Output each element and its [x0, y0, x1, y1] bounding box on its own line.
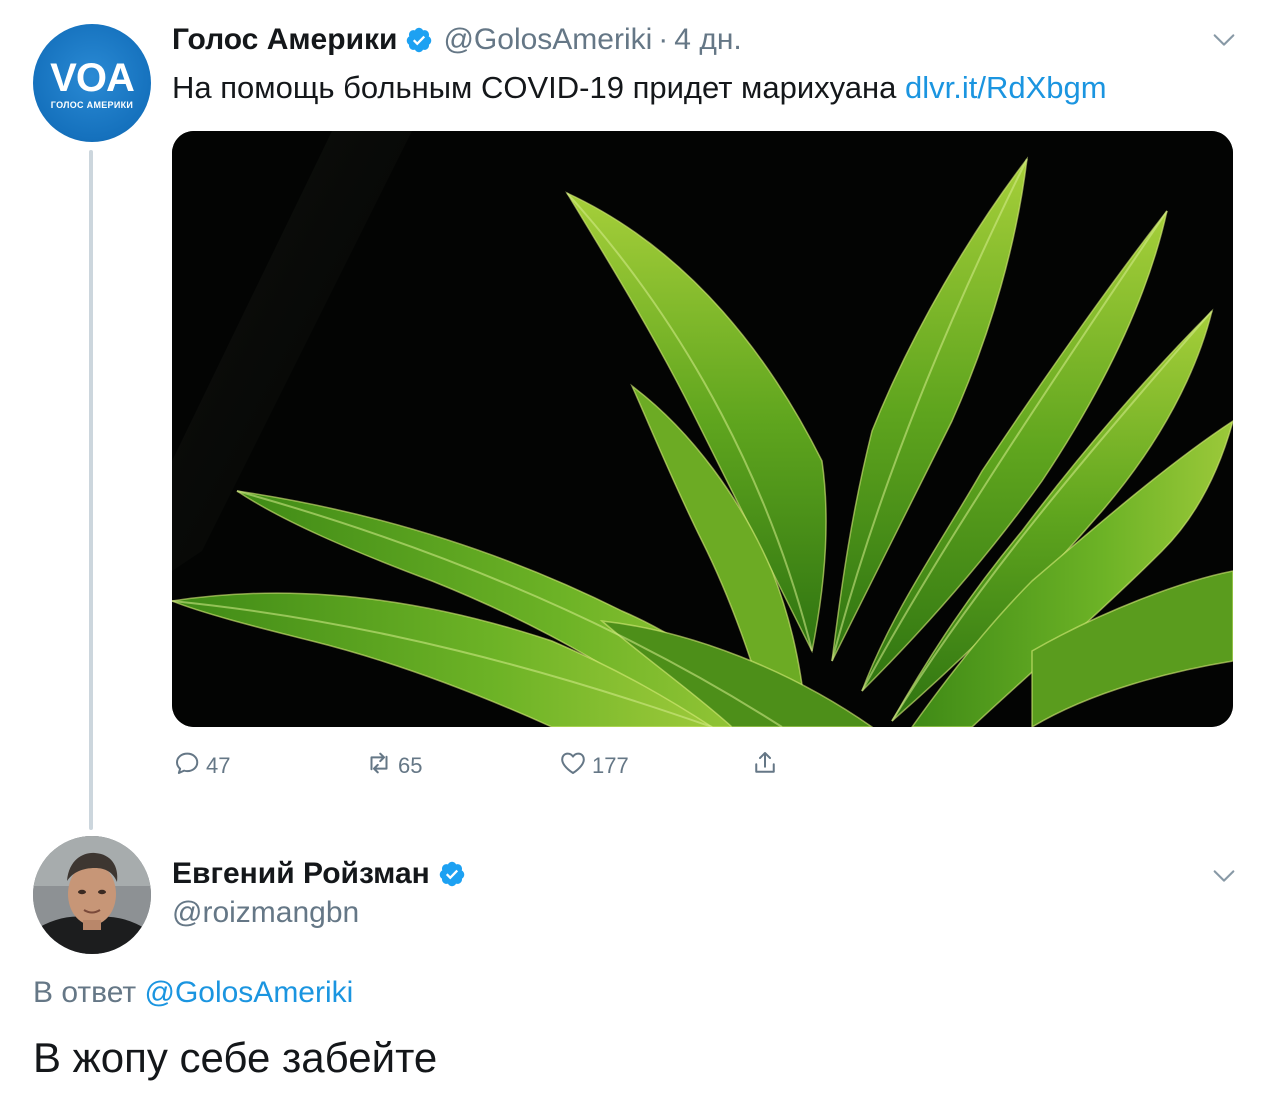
reply-author-display-name[interactable]: Евгений Ройзман — [172, 857, 430, 891]
tweet-header: Голос Америки @GolosAmeriki · 4 дн. — [172, 20, 742, 60]
reply-author-handle[interactable]: @roizmangbn — [172, 896, 359, 930]
tweet-media-image[interactable] — [172, 131, 1233, 727]
reply-action[interactable]: 47 — [172, 748, 230, 784]
author-avatar[interactable]: VOA ГОЛОС АМЕРИКИ — [33, 24, 151, 142]
tweet-link[interactable]: dlvr.it/RdXbgm — [905, 70, 1107, 105]
tweet-text: На помощь больным COVID-19 придет мариху… — [172, 66, 1107, 110]
portrait-photo — [33, 836, 151, 954]
replying-to-handle[interactable]: @GolosAmeriki — [144, 976, 353, 1009]
heart-icon — [558, 748, 592, 784]
verified-badge-icon — [438, 860, 466, 888]
reply-header: Евгений Ройзман — [172, 854, 466, 894]
thread-connector-line — [89, 150, 93, 830]
retweet-count: 65 — [398, 753, 423, 778]
reply-count: 47 — [206, 753, 231, 778]
reply-icon — [172, 748, 206, 784]
share-action[interactable] — [750, 748, 784, 784]
like-action[interactable]: 177 — [558, 748, 629, 784]
tweet-timestamp[interactable]: 4 дн. — [674, 23, 741, 57]
verified-badge-icon — [405, 26, 433, 54]
like-count: 177 — [592, 753, 629, 778]
voa-logo: VOA — [50, 56, 135, 100]
reply-tweet-text: В жопу себе забейте — [33, 1034, 438, 1081]
retweet-action[interactable]: 65 — [364, 748, 422, 784]
tweet-actions: 47 65 177 — [172, 748, 872, 784]
separator-dot: · — [658, 23, 669, 56]
tweet-body: На помощь больным COVID-19 придет мариху… — [172, 70, 897, 105]
reply-author-avatar[interactable] — [33, 836, 151, 954]
retweet-icon — [364, 748, 398, 784]
replying-to-line: В ответ @GolosAmeriki — [33, 976, 353, 1010]
share-icon — [750, 748, 784, 784]
chevron-down-icon[interactable] — [1210, 862, 1238, 890]
replying-to-prefix: В ответ — [33, 976, 137, 1009]
voa-logo-caption: ГОЛОС АМЕРИКИ — [50, 100, 134, 110]
chevron-down-icon[interactable] — [1210, 26, 1238, 54]
author-display-name[interactable]: Голос Америки — [172, 23, 397, 57]
cannabis-leaf-photo — [172, 131, 1233, 727]
author-handle[interactable]: @GolosAmeriki — [443, 23, 652, 57]
